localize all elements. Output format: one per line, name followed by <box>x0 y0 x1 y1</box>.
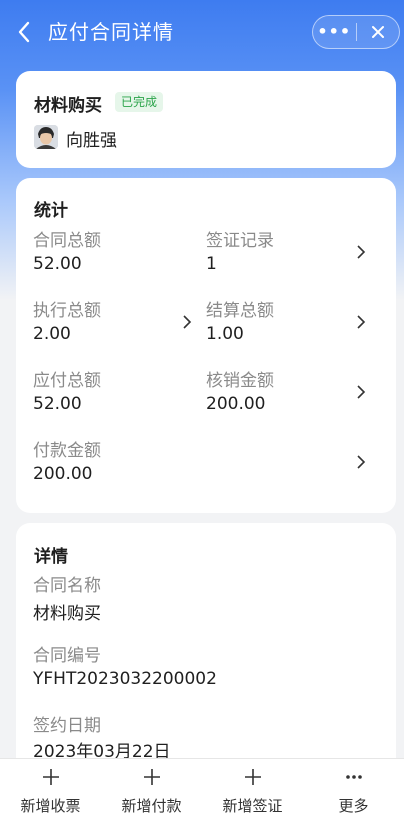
field-label-contract-number: 合同编号 <box>33 646 101 666</box>
app-header: 应付合同详情 ••• <box>0 0 404 64</box>
status-badge: 已完成 <box>115 92 164 112</box>
stat-value: 1 <box>206 254 217 274</box>
plus-icon <box>243 767 263 791</box>
add-visa-label: 新增签证 <box>222 797 283 815</box>
field-label-sign-date: 签约日期 <box>33 716 101 736</box>
field-label-contract-name: 合同名称 <box>33 576 101 596</box>
stat-value: 2.00 <box>33 324 71 344</box>
capsule-more-button[interactable]: ••• <box>313 16 356 48</box>
stat-label: 付款金额 <box>33 441 101 461</box>
close-icon <box>371 26 384 38</box>
details-title: 详情 <box>34 547 68 567</box>
stat-value: 200.00 <box>33 464 93 484</box>
stat-value: 52.00 <box>33 254 82 274</box>
responsible-person: 向胜强 <box>66 131 117 151</box>
more-dots-icon <box>344 767 364 791</box>
statistics-card: 统计 合同总额 52.00 签证记录 1 执行总额 2.00 结算总额 1.00… <box>16 178 396 513</box>
add-invoice-button[interactable]: 新增收票 <box>0 759 101 827</box>
chevron-right-icon <box>183 315 192 329</box>
statistics-title: 统计 <box>34 201 68 221</box>
stat-label: 结算总额 <box>206 301 274 321</box>
page-title: 应付合同详情 <box>48 20 174 44</box>
chevron-right-icon <box>357 315 366 329</box>
plus-icon <box>142 767 162 791</box>
capsule-close-button[interactable] <box>356 16 399 48</box>
details-card: 详情 合同名称 材料购买 合同编号 YFHT2023032200002 签约日期… <box>16 523 396 783</box>
field-value-contract-name: 材料购买 <box>33 604 101 624</box>
stat-value: 200.00 <box>206 394 266 414</box>
add-payment-label: 新增付款 <box>121 797 182 815</box>
stat-value: 1.00 <box>206 324 244 344</box>
chevron-right-icon <box>357 385 366 399</box>
add-payment-button[interactable]: 新增付款 <box>101 759 202 827</box>
add-visa-button[interactable]: 新增签证 <box>202 759 303 827</box>
avatar <box>34 125 58 149</box>
back-button[interactable] <box>8 16 40 48</box>
stat-label: 执行总额 <box>33 301 101 321</box>
stat-label: 合同总额 <box>33 231 101 251</box>
more-label: 更多 <box>338 797 369 815</box>
contract-type: 材料购买 <box>34 96 102 116</box>
chevron-right-icon <box>357 455 366 469</box>
more-button[interactable]: 更多 <box>303 759 404 827</box>
mini-program-capsule: ••• <box>312 15 400 49</box>
plus-icon <box>41 767 61 791</box>
chevron-right-icon <box>357 245 366 259</box>
field-value-contract-number: YFHT2023032200002 <box>33 669 217 689</box>
bottom-action-bar: 新增收票 新增付款 新增签证 更多 <box>0 758 404 827</box>
more-dots-icon: ••• <box>317 22 352 41</box>
add-invoice-label: 新增收票 <box>20 797 81 815</box>
stat-label: 应付总额 <box>33 371 101 391</box>
avatar-image <box>34 125 58 149</box>
contract-summary-card: 材料购买 已完成 向胜强 <box>16 71 396 168</box>
stat-label: 核销金额 <box>206 371 274 391</box>
stat-label: 签证记录 <box>206 231 274 251</box>
chevron-left-icon <box>18 21 30 43</box>
stat-value: 52.00 <box>33 394 82 414</box>
